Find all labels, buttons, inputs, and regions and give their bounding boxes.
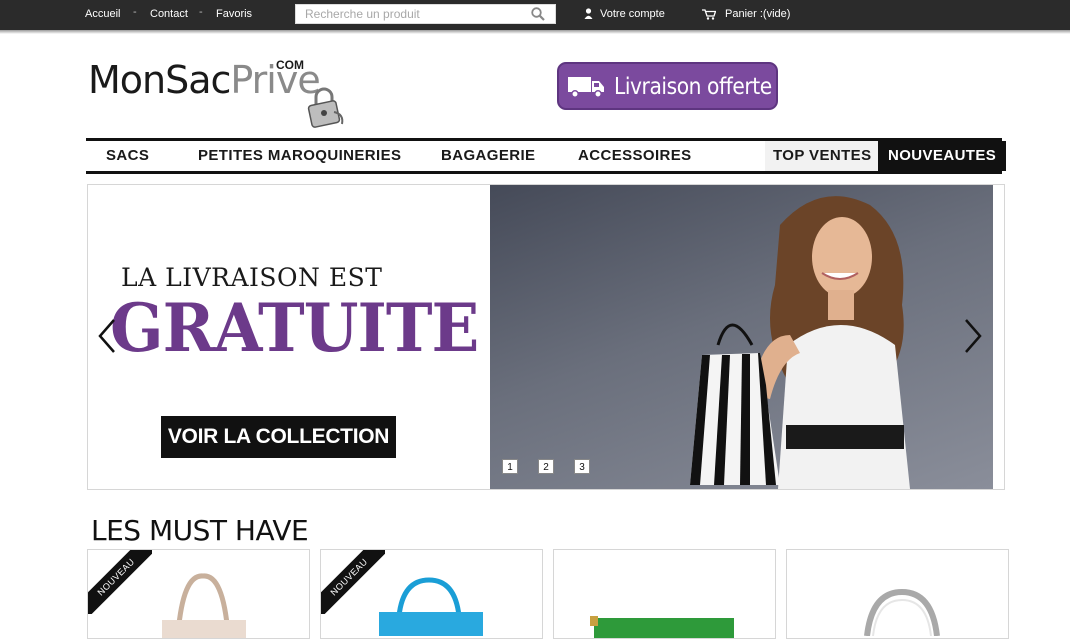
slide-headline-main: GRATUITE [110, 289, 479, 367]
nav-item-top-ventes[interactable]: TOP VENTES [765, 141, 880, 171]
nav-item-bagagerie[interactable]: BAGAGERIE [441, 141, 535, 171]
main-nav: SACS PETITES MAROQUINERIES BAGAGERIE ACC… [86, 138, 1007, 174]
logo-main: MonSac [88, 58, 231, 102]
account-link[interactable]: Votre compte [600, 8, 665, 20]
search-icon[interactable] [531, 7, 545, 21]
chevron-right-icon[interactable] [962, 316, 984, 356]
top-separator: - [199, 6, 203, 18]
truck-icon [568, 77, 604, 98]
cart-link[interactable]: Panier :(vide) [725, 8, 790, 20]
nav-item-petites-maroquineries[interactable]: PETITES MAROQUINERIES [198, 141, 401, 171]
chevron-left-icon[interactable] [96, 316, 118, 356]
top-link-accueil[interactable]: Accueil [85, 8, 120, 20]
free-delivery-label: Livraison offerte [614, 74, 772, 100]
product-card[interactable]: NOUVEAU [320, 549, 543, 639]
free-delivery-banner[interactable]: Livraison offerte [557, 62, 778, 110]
new-ribbon-label: NOUVEAU [88, 550, 152, 614]
padlock-icon [307, 87, 344, 128]
slide-headline-top: LA LIVRAISON EST [121, 263, 383, 292]
view-collection-button[interactable]: VOIR LA COLLECTION [161, 416, 396, 458]
user-icon [584, 8, 593, 19]
top-link-favoris[interactable]: Favoris [216, 8, 252, 20]
slide-text-panel: LA LIVRAISON EST GRATUITE VOIR LA COLLEC… [88, 185, 490, 489]
top-bar-shadow [0, 30, 1070, 34]
product-image-silver-keyring [864, 588, 940, 636]
top-link-contact[interactable]: Contact [150, 8, 188, 20]
model-illustration [690, 196, 910, 489]
search-input[interactable] [305, 5, 530, 23]
hero-slider: LA LIVRAISON EST GRATUITE VOIR LA COLLEC… [87, 184, 1005, 490]
product-image-beige-bag [162, 573, 246, 638]
slider-page-1[interactable]: 1 [502, 459, 518, 474]
new-ribbon: NOUVEAU [88, 550, 152, 614]
cart-icon [702, 9, 716, 20]
site-logo[interactable]: MonSacPrive COM [88, 56, 358, 131]
nav-item-accessoires[interactable]: ACCESSOIRES [578, 141, 692, 171]
slider-page-3[interactable]: 3 [574, 459, 590, 474]
slider-page-2[interactable]: 2 [538, 459, 554, 474]
must-have-title: LES MUST HAVE [91, 514, 309, 547]
top-bar: Accueil - Contact - Favoris Votre compte… [0, 0, 1070, 34]
top-separator: - [133, 6, 137, 18]
nav-item-nouveautes[interactable]: NOUVEAUTES [878, 141, 1007, 171]
product-card[interactable] [786, 549, 1009, 639]
product-image-green-wallet [590, 616, 734, 638]
product-card[interactable]: NOUVEAU [87, 549, 310, 639]
product-image-blue-bag [379, 577, 483, 636]
slide-photo [490, 185, 993, 489]
logo-suffix: COM [276, 58, 304, 72]
product-card[interactable] [553, 549, 776, 639]
search-box [295, 4, 556, 24]
nav-item-sacs[interactable]: SACS [106, 141, 149, 171]
